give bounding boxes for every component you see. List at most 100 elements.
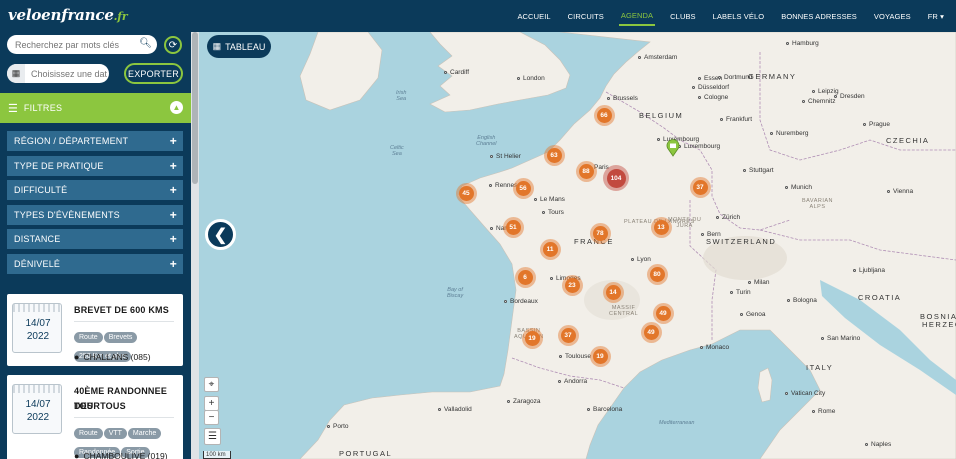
event-cluster-count: 51: [505, 219, 521, 235]
filter-accordion[interactable]: DÉNIVELÉ +: [7, 254, 183, 274]
filter-accordion[interactable]: DISTANCE +: [7, 229, 183, 250]
city-dot: [490, 155, 493, 158]
city-dot: [607, 97, 610, 100]
city-label: Toulouse: [565, 353, 592, 360]
tableau-button[interactable]: ▦ TABLEAU: [207, 35, 271, 58]
city-dot: [853, 269, 856, 272]
nav-item-fr[interactable]: FR ▾: [926, 8, 946, 25]
tableau-label: TABLEAU: [225, 41, 266, 52]
city-label: Rome: [818, 408, 836, 415]
event-cluster-count: 37: [692, 179, 708, 195]
event-location: ● CHALLANS (085): [74, 352, 151, 362]
event-cluster[interactable]: 104: [603, 165, 629, 191]
logo-main-text: veloenfrance: [8, 6, 114, 24]
event-cluster[interactable]: 78: [589, 222, 611, 244]
event-tag: Route: [74, 428, 103, 439]
filter-accordion[interactable]: DIFFICULTÉ +: [7, 180, 183, 201]
event-cluster[interactable]: 45: [455, 182, 477, 204]
nav-item-clubs[interactable]: CLUBS: [668, 8, 698, 25]
nav-item-circuits[interactable]: CIRCUITS: [566, 8, 606, 25]
plus-icon: +: [169, 183, 177, 198]
filter-accordion-label: DÉNIVELÉ: [14, 259, 61, 269]
event-cluster[interactable]: 19: [521, 327, 543, 349]
city-label: Turin: [736, 289, 751, 296]
country-label: PORTUGAL: [339, 449, 393, 458]
zoom-out-button[interactable]: −: [204, 410, 219, 425]
top-navigation-bar: veloenfrance.fr ACCUEIL CIRCUITS AGENDA CLU…: [0, 0, 956, 32]
event-cluster-count: 23: [564, 277, 580, 293]
city-label: Zaragoza: [513, 398, 541, 405]
event-cluster[interactable]: 37: [557, 324, 579, 346]
event-cluster[interactable]: 6: [514, 266, 536, 288]
city-label: Cardiff: [450, 69, 470, 76]
sea-label: English Channel: [476, 135, 497, 147]
nav-item-voyages[interactable]: VOYAGES: [872, 8, 913, 25]
event-cluster[interactable]: 51: [502, 216, 524, 238]
filter-accordion[interactable]: TYPE DE PRATIQUE +: [7, 155, 183, 176]
nav-item-labels-vélo[interactable]: LABELS VÉLO: [711, 8, 767, 25]
plus-icon: +: [169, 232, 177, 247]
city-dot: [517, 77, 520, 80]
map-marker-icon[interactable]: [666, 139, 680, 157]
country-label: ITALY: [806, 363, 834, 372]
filter-accordion[interactable]: TYPES D'ÉVÈNEMENTS +: [7, 204, 183, 225]
sidebar-scrollbar[interactable]: [191, 32, 199, 459]
date-input[interactable]: [31, 68, 107, 79]
event-card[interactable]: 14/07 2022 BREVET DE 600 KMS Route Brevets25…: [7, 294, 183, 366]
event-title[interactable]: BREVET DE 600 KMS: [74, 303, 169, 318]
event-cluster-count: 11: [542, 241, 558, 257]
city-dot: [786, 42, 789, 45]
locate-button[interactable]: ⌖: [204, 377, 219, 392]
event-location-text: CHALLANS (085): [83, 352, 151, 362]
city-label: Valladolid: [444, 406, 472, 413]
export-button[interactable]: EXPORTER: [124, 63, 183, 84]
event-cluster-count: 49: [655, 305, 671, 321]
event-cluster[interactable]: 14: [602, 281, 624, 303]
city-dot: [716, 216, 719, 219]
scrollbar-thumb[interactable]: [192, 32, 198, 184]
event-cluster[interactable]: 23: [561, 274, 583, 296]
event-cluster[interactable]: 56: [512, 177, 534, 199]
city-dot: [701, 233, 704, 236]
site-logo[interactable]: veloenfrance.fr: [8, 6, 128, 24]
event-cluster[interactable]: 49: [640, 321, 662, 343]
search-icon[interactable]: 🔍︎: [139, 38, 152, 49]
event-cluster[interactable]: 49: [652, 302, 674, 324]
layers-button[interactable]: ☰: [204, 428, 221, 445]
map[interactable]: Cardiff London Amsterdam Hamburg Essen Düssel…: [199, 32, 956, 459]
event-cluster[interactable]: 63: [543, 144, 565, 166]
city-label: Ljubljana: [859, 267, 886, 274]
nav-item-accueil[interactable]: ACCUEIL: [515, 8, 552, 25]
filters-header[interactable]: ☰ FILTRES ▲: [0, 93, 191, 123]
event-cluster[interactable]: 66: [593, 104, 615, 126]
event-cluster[interactable]: 88: [575, 160, 597, 182]
collapse-sidebar-button[interactable]: ❮: [205, 219, 236, 250]
event-cluster[interactable]: 11: [539, 238, 561, 260]
reset-filters-button[interactable]: ⟳: [164, 36, 182, 54]
filter-accordion[interactable]: RÉGION / DÉPARTEMENT +: [7, 131, 183, 151]
nav-item-agenda[interactable]: AGENDA: [618, 7, 656, 26]
chevron-up-icon[interactable]: ▲: [170, 101, 183, 114]
event-tag: Route: [74, 332, 103, 343]
event-tag: Brevets: [103, 332, 138, 343]
event-title[interactable]: TOURTOUS: [74, 399, 126, 414]
event-cluster[interactable]: 80: [646, 263, 668, 285]
city-dot: [534, 198, 537, 201]
country-label: GERMANY: [748, 72, 797, 81]
event-card[interactable]: 14/07 2022 40ÈME RANDONNEE DES TOURTOUS Rout…: [7, 375, 183, 459]
calendar-icon[interactable]: ▦: [7, 64, 25, 83]
event-cluster[interactable]: 13: [650, 216, 672, 238]
search-input[interactable]: [15, 39, 133, 50]
event-cluster[interactable]: 37: [689, 176, 711, 198]
city-label: Prague: [869, 121, 890, 128]
city-label: Vatican City: [791, 390, 826, 397]
city-label: Milan: [754, 279, 770, 286]
sea-label: Bay of Biscay: [447, 287, 464, 299]
event-tag: VTT: [103, 428, 127, 439]
city-label: Bologna: [793, 297, 817, 304]
nav-item-bonnes-adresses[interactable]: BONNES ADRESSES: [779, 8, 859, 25]
search-box: 🔍︎: [7, 35, 157, 54]
event-cluster[interactable]: 19: [589, 345, 611, 367]
city-dot: [327, 425, 330, 428]
zoom-in-button[interactable]: +: [204, 396, 219, 411]
